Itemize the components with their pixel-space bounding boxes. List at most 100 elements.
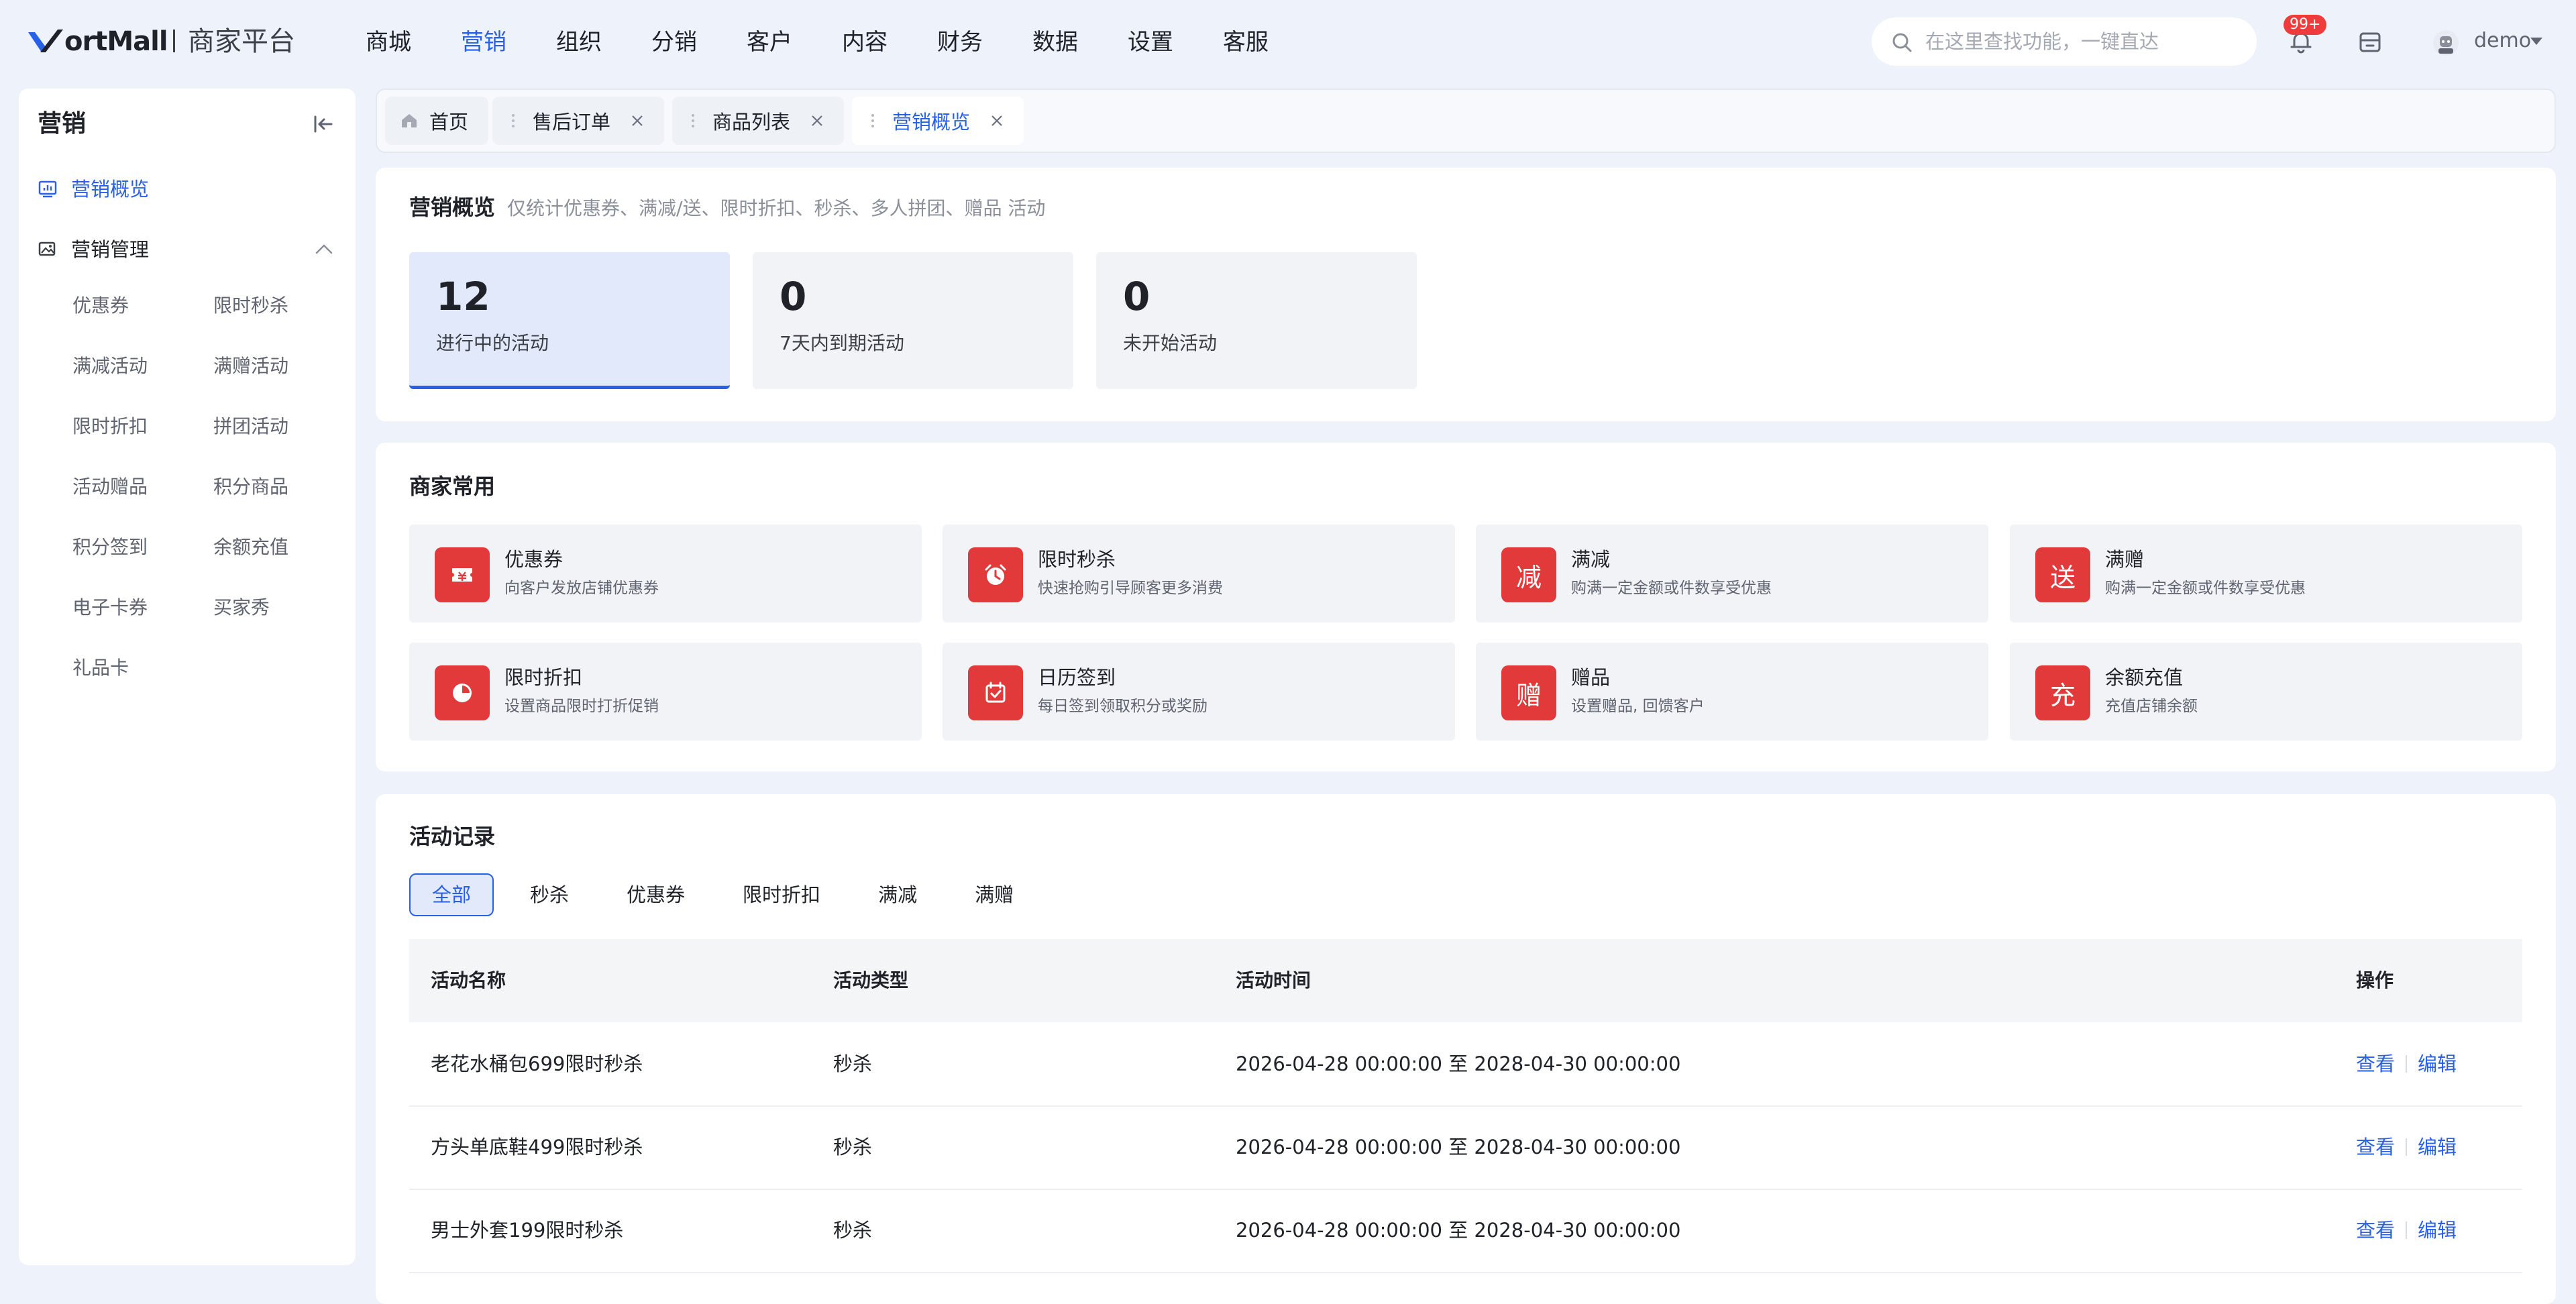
stat-active-activities[interactable]: 12 进行中的活动 <box>409 252 730 389</box>
tile-balance-recharge[interactable]: 充 余额充值 充值店铺余额 <box>2010 643 2522 741</box>
sidebar-sub-points-goods[interactable]: 积分商品 <box>213 474 288 500</box>
sidebar-sub-gift-card[interactable]: 礼品卡 <box>72 655 129 682</box>
action-divider <box>2406 1138 2408 1156</box>
table-header: 活动名称 活动类型 活动时间 操作 <box>409 939 2522 1022</box>
stat-label: 7天内到期活动 <box>780 332 904 354</box>
brand-subtitle: 商家平台 <box>188 26 295 57</box>
stat-label: 进行中的活动 <box>436 332 549 354</box>
store-icon[interactable] <box>2357 30 2383 55</box>
table-row: 老花水桶包699限时秒杀 秒杀 2026-04-28 00:00:00 至 20… <box>409 1022 2522 1107</box>
tile-gift[interactable]: 赠 赠品 设置赠品, 回馈客户 <box>1476 643 1988 741</box>
chart-monitor-icon <box>38 180 57 198</box>
search-input[interactable]: 在这里查找功能，一键直达 <box>1925 28 2159 55</box>
nav-item-marketing[interactable]: 营销 <box>461 24 506 60</box>
drag-handle-icon[interactable] <box>511 112 518 129</box>
image-gallery-icon <box>38 241 56 256</box>
view-link[interactable]: 查看 <box>2356 1134 2395 1160</box>
filter-coupon[interactable]: 优惠券 <box>605 873 706 916</box>
column-type: 活动类型 <box>833 969 909 991</box>
sidebar-sub-flash-sale[interactable]: 限时秒杀 <box>213 292 288 319</box>
close-icon[interactable] <box>990 114 1004 127</box>
tab-product-list[interactable]: 商品列表 <box>672 97 844 145</box>
search-box[interactable]: 在这里查找功能，一键直达 <box>1872 17 2257 66</box>
sidebar-sub-full-reduction[interactable]: 满减活动 <box>72 353 148 380</box>
sidebar-sub-points-checkin[interactable]: 积分签到 <box>72 534 148 561</box>
filter-full-reduction[interactable]: 满减 <box>857 873 938 916</box>
chevron-up-icon[interactable] <box>314 241 334 256</box>
filter-limited-discount[interactable]: 限时折扣 <box>721 873 842 916</box>
sidebar-sub-buyer-show[interactable]: 买家秀 <box>213 594 270 621</box>
sidebar-sub-balance-recharge[interactable]: 余额充值 <box>213 534 288 561</box>
tile-name: 限时折扣 <box>504 666 583 689</box>
nav-item-service[interactable]: 客服 <box>1223 24 1269 60</box>
close-icon[interactable] <box>631 114 644 127</box>
tab-label: 售后订单 <box>533 111 611 133</box>
discount-clock-icon <box>435 665 490 720</box>
tile-name: 优惠券 <box>504 548 564 571</box>
sidebar-item-label: 营销管理 <box>71 238 150 261</box>
activity-name: 老花水桶包699限时秒杀 <box>431 1052 643 1075</box>
row-actions: 查看 编辑 <box>2356 1050 2457 1077</box>
view-link[interactable]: 查看 <box>2356 1217 2395 1244</box>
brand-name: ortMall <box>64 26 168 57</box>
notification-badge: 99+ <box>2284 15 2327 35</box>
tile-desc: 设置商品限时打折促销 <box>504 698 659 715</box>
text-badge-icon: 送 <box>2035 547 2090 602</box>
row-actions: 查看 编辑 <box>2356 1134 2457 1160</box>
top-nav: 商城 营销 组织 分销 客户 内容 财务 数据 设置 客服 <box>366 24 1318 60</box>
sidebar-sub-e-card[interactable]: 电子卡券 <box>72 594 148 621</box>
stat-expiring-7-days[interactable]: 0 7天内到期活动 <box>753 252 1073 389</box>
tile-name: 限时秒杀 <box>1038 548 1116 571</box>
tab-after-sales-orders[interactable]: 售后订单 <box>492 97 664 145</box>
sidebar-sub-limited-discount[interactable]: 限时折扣 <box>72 413 148 440</box>
filter-flash-sale[interactable]: 秒杀 <box>508 873 590 916</box>
stat-not-started[interactable]: 0 未开始活动 <box>1096 252 1417 389</box>
sidebar-sub-full-gift[interactable]: 满赠活动 <box>213 353 288 380</box>
nav-item-content[interactable]: 内容 <box>842 24 888 60</box>
nav-item-customer[interactable]: 客户 <box>747 24 792 60</box>
edit-link[interactable]: 编辑 <box>2418 1217 2457 1244</box>
stat-label: 未开始活动 <box>1123 332 1218 354</box>
drag-handle-icon[interactable] <box>691 112 698 129</box>
nav-item-distribution[interactable]: 分销 <box>651 24 697 60</box>
sidebar-sub-gifts[interactable]: 活动赠品 <box>72 474 148 500</box>
tab-marketing-overview[interactable]: 营销概览 <box>852 97 1024 145</box>
user-name[interactable]: demo <box>2474 27 2531 55</box>
sidebar-item-management[interactable]: 营销管理 <box>38 236 149 263</box>
activity-name: 方头单底鞋499限时秒杀 <box>431 1136 643 1158</box>
sidebar-sub-coupon[interactable]: 优惠券 <box>72 292 129 319</box>
tile-name: 满赠 <box>2105 548 2145 571</box>
close-icon[interactable] <box>810 114 824 127</box>
overview-subtitle: 仅统计优惠券、满减/送、限时折扣、秒杀、多人拼团、赠品 活动 <box>507 197 1046 219</box>
edit-link[interactable]: 编辑 <box>2418 1050 2457 1077</box>
overview-title: 营销概览 仅统计优惠券、满减/送、限时折扣、秒杀、多人拼团、赠品 活动 <box>409 192 1045 224</box>
sidebar-sub-group-buy[interactable]: 拼团活动 <box>213 413 288 440</box>
tile-calendar-checkin[interactable]: 日历签到 每日签到领取积分或奖励 <box>943 643 1455 741</box>
view-link[interactable]: 查看 <box>2356 1050 2395 1077</box>
tile-full-reduction[interactable]: 减 满减 购满一定金额或件数享受优惠 <box>1476 525 1988 622</box>
sidebar-item-overview[interactable]: 营销概览 <box>38 176 149 203</box>
nav-item-data[interactable]: 数据 <box>1032 24 1078 60</box>
common-tools-card: 商家常用 优惠券 向客户发放店铺优惠券 限时秒杀 快速抢购引导顾客更多消费 减 … <box>376 443 2556 771</box>
column-time: 活动时间 <box>1236 969 1311 991</box>
edit-link[interactable]: 编辑 <box>2418 1134 2457 1160</box>
section-title: 活动记录 <box>409 824 496 849</box>
filter-full-gift[interactable]: 满赠 <box>953 873 1035 916</box>
nav-item-organization[interactable]: 组织 <box>556 24 602 60</box>
sidebar-title: 营销 <box>38 110 87 138</box>
tab-home[interactable]: 首页 <box>385 97 488 145</box>
collapse-sidebar-icon[interactable] <box>311 113 334 135</box>
filter-all[interactable]: 全部 <box>409 873 494 916</box>
table-row: 男士外套199限时秒杀 秒杀 2026-04-28 00:00:00 至 202… <box>409 1189 2522 1273</box>
nav-item-finance[interactable]: 财务 <box>937 24 983 60</box>
avatar[interactable] <box>2432 30 2459 56</box>
nav-item-mall[interactable]: 商城 <box>366 24 411 60</box>
nav-item-settings[interactable]: 设置 <box>1128 24 1173 60</box>
tile-coupon[interactable]: 优惠券 向客户发放店铺优惠券 <box>409 525 922 622</box>
drag-handle-icon[interactable] <box>871 112 877 129</box>
tile-flash-sale[interactable]: 限时秒杀 快速抢购引导顾客更多消费 <box>943 525 1455 622</box>
tile-limited-discount[interactable]: 限时折扣 设置商品限时打折促销 <box>409 643 922 741</box>
tile-full-gift[interactable]: 送 满赠 购满一定金额或件数享受优惠 <box>2010 525 2522 622</box>
table-row: 方头单底鞋499限时秒杀 秒杀 2026-04-28 00:00:00 至 20… <box>409 1105 2522 1190</box>
chevron-down-icon[interactable] <box>2530 38 2542 45</box>
